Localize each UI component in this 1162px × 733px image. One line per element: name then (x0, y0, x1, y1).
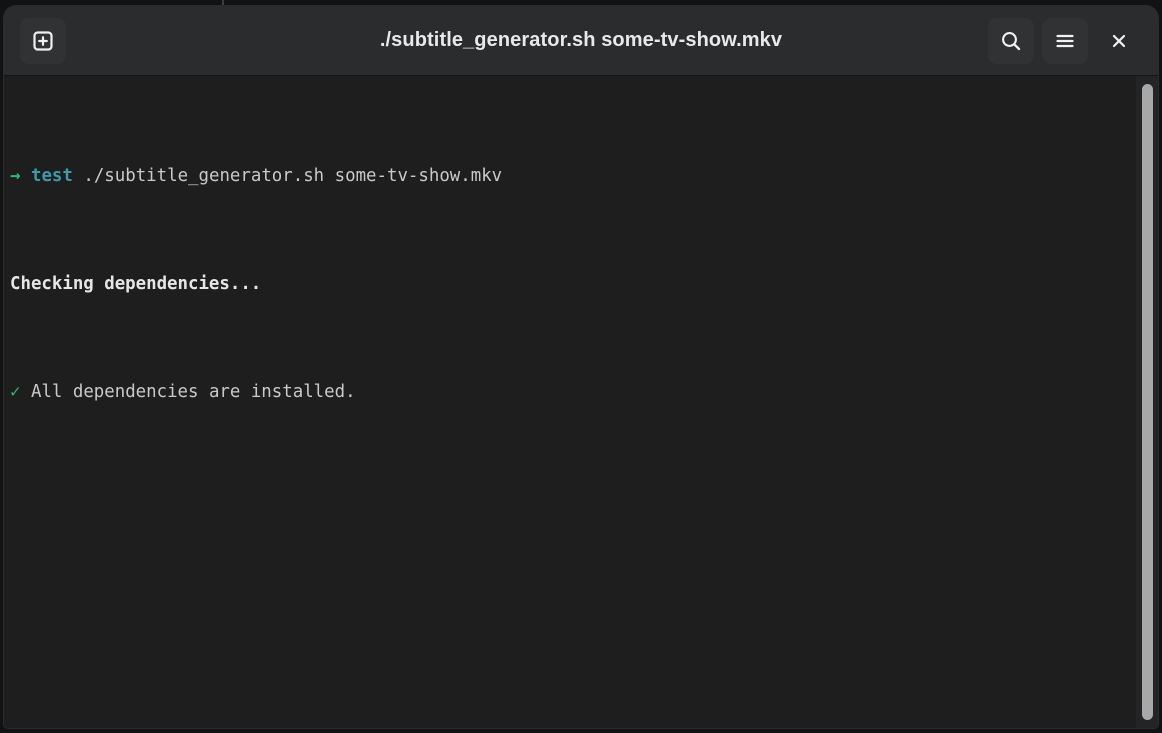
search-icon (999, 29, 1023, 53)
terminal-window: ./subtitle_generator.sh some-tv-show.mkv (4, 6, 1158, 728)
prompt-host: test (30, 166, 73, 186)
terminal-body[interactable]: → test ./subtitle_generator.sh some-tv-s… (4, 76, 1158, 728)
dependency-heading: Checking dependencies... (10, 274, 262, 294)
close-button[interactable] (1096, 18, 1142, 64)
terminal-output: → test ./subtitle_generator.sh some-tv-s… (4, 76, 1158, 728)
title-bar: ./subtitle_generator.sh some-tv-show.mkv (4, 6, 1158, 76)
new-tab-button[interactable] (20, 17, 66, 64)
dependency-result: ✓ All dependencies are installed. (10, 382, 356, 402)
new-tab-icon (32, 30, 54, 52)
screen: ./subtitle_generator.sh some-tv-show.mkv (0, 0, 1162, 733)
prompt-command: ./subtitle_generator.sh some-tv-show.mkv (83, 166, 503, 186)
menu-button[interactable] (1042, 17, 1088, 64)
prompt-arrow-icon: → (10, 166, 21, 186)
scrollbar-thumb[interactable] (1142, 84, 1153, 720)
hamburger-menu-icon (1053, 29, 1077, 53)
prompt-line: → test ./subtitle_generator.sh some-tv-s… (10, 163, 1158, 190)
scrollbar-track[interactable] (1136, 76, 1158, 728)
close-icon (1109, 31, 1129, 51)
check-icon: ✓ (10, 382, 21, 402)
search-button[interactable] (988, 17, 1034, 64)
window-title: ./subtitle_generator.sh some-tv-show.mkv (379, 29, 783, 51)
title-bar-actions (988, 17, 1142, 64)
